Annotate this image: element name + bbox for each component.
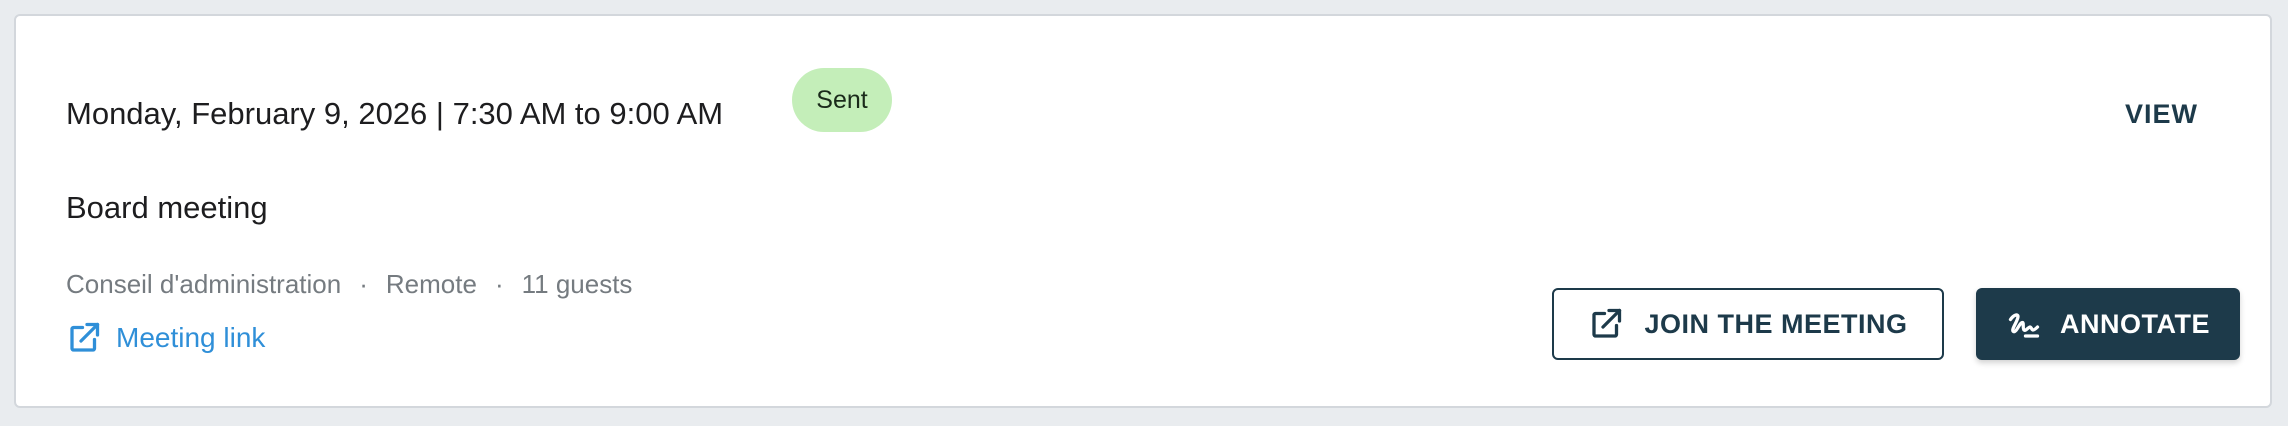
- location-label: Remote: [385, 269, 477, 299]
- annotate-button[interactable]: ANNOTATE: [1976, 288, 2240, 360]
- meta-separator: ·: [359, 269, 368, 299]
- meeting-link[interactable]: Meeting link: [66, 316, 265, 360]
- external-link-icon: [70, 322, 100, 352]
- annotate-label: ANNOTATE: [2060, 308, 2210, 339]
- external-link-icon: [1592, 308, 1622, 338]
- meta-separator: ·: [494, 269, 504, 299]
- meeting-datetime: Monday, February 9, 2026 | 7:30 AM to 9:…: [66, 96, 724, 131]
- status-badge: Sent: [792, 68, 892, 132]
- view-button[interactable]: VIEW: [2125, 96, 2198, 132]
- meeting-card: Monday, February 9, 2026 | 7:30 AM to 9:…: [14, 14, 2272, 408]
- signature-icon: [2008, 313, 2040, 338]
- guests-count: 11 guests: [521, 269, 633, 299]
- meeting-meta: Conseil d'administration · Remote · 11 guest…: [66, 266, 632, 302]
- join-meeting-button[interactable]: JOIN THE MEETING: [1552, 288, 1944, 360]
- meeting-link-label: Meeting link: [116, 322, 266, 353]
- meeting-title: Board meeting: [66, 190, 268, 225]
- organization-label: Conseil d'administration: [66, 269, 342, 299]
- join-meeting-label: JOIN THE MEETING: [1644, 308, 1908, 339]
